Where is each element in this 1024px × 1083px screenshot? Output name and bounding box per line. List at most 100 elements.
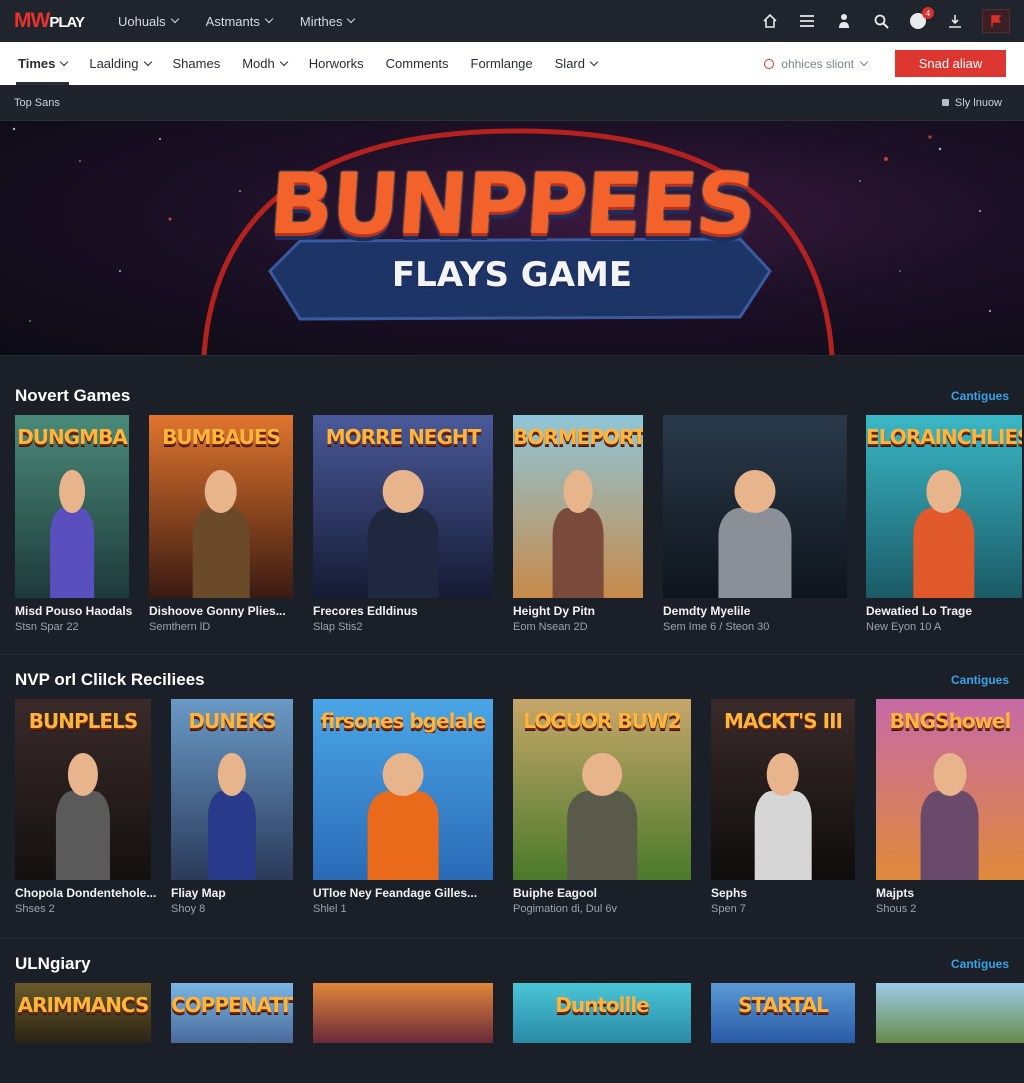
game-card[interactable]: BORMEPORTSHeight Dy PitnEom Nsean 2D	[513, 415, 643, 638]
banner-subtitle: FLAYS GAME	[391, 255, 633, 295]
game-card[interactable]: DUNGMBA Misd Pouso Haodals Stsn Spar 22	[15, 415, 132, 638]
game-card[interactable]: MORRE NEGHT Frecores Edldinus Slap Stis2	[313, 415, 493, 638]
user-icon[interactable]	[834, 11, 854, 31]
game-card[interactable]: LOGUOR BUW2 Buiphe Eagool Pogimation di, D…	[513, 699, 691, 920]
menu-icon[interactable]	[797, 11, 817, 31]
game-title[interactable]: Misd Pouso Haodals	[15, 604, 159, 618]
game-thumbnail[interactable]: BUMBAUES	[149, 415, 293, 598]
game-thumbnail[interactable]: STARTAL	[711, 983, 855, 1043]
top-nav-item[interactable]: Astmants	[205, 13, 274, 29]
chevron-down-icon	[170, 14, 179, 24]
game-card[interactable]: BUNPLELS Chopola Dondentehole... Shses 2	[15, 699, 156, 920]
game-card[interactable]: BUMBAUES Dishoove Gonny Plies... Semthern …	[149, 415, 293, 638]
game-title[interactable]: UTloe Ney Feandage Gilles...	[313, 886, 523, 900]
section-header: NVP orl Clilck Reciliees Cantigues	[15, 670, 1009, 690]
download-icon[interactable]	[945, 11, 965, 31]
home-icon[interactable]	[760, 11, 780, 31]
tab-item[interactable]: Slard	[555, 42, 599, 85]
game-card[interactable]: BNGShowel Majpts Shous 2	[876, 699, 1024, 920]
game-card[interactable]: Duntollle	[513, 983, 691, 1083]
game-thumbnail[interactable]: BORMEPORTS	[513, 415, 643, 598]
game-card[interactable]	[313, 983, 493, 1083]
game-thumbnail[interactable]: Duntollle	[513, 983, 691, 1043]
cta-button[interactable]: Snad aliaw	[895, 50, 1006, 77]
game-card[interactable]: DUNEKS Fliay Map Shoy 8	[171, 699, 293, 920]
game-thumbnail[interactable]: DUNEKS	[171, 699, 293, 880]
game-card[interactable]	[876, 983, 1024, 1083]
tab-label: Modh	[242, 56, 275, 71]
notifications-icon[interactable]: 4	[908, 7, 934, 31]
banner-title: BUNPPEES	[266, 155, 758, 253]
top-nav-item[interactable]: Mirthes	[300, 14, 356, 29]
game-meta: Shses 2	[15, 903, 55, 915]
hero-banner[interactable]: BUNPPEES FLAYS GAME	[0, 121, 1024, 355]
game-card[interactable]: STARTAL	[711, 983, 855, 1083]
flag-icon[interactable]	[982, 9, 1010, 33]
game-card[interactable]: firsones bgelale UTloe Ney Feandage Gille…	[313, 699, 493, 920]
top-nav-label: Uohuals	[117, 13, 166, 29]
tab-item[interactable]: Shames	[173, 42, 221, 85]
game-thumbnail[interactable]	[876, 983, 1024, 1043]
game-thumbnail[interactable]: MACKT'S III	[711, 699, 855, 880]
game-title[interactable]: Chopola Dondentehole...	[15, 886, 181, 900]
game-card[interactable]: COPPENATITY	[171, 983, 293, 1083]
game-thumbnail[interactable]: DUNGMBA	[15, 415, 129, 598]
tab-item[interactable]: Times	[15, 42, 70, 85]
game-title[interactable]: Dewatied Lo Trage	[866, 604, 1024, 618]
game-title[interactable]: Majpts	[876, 886, 1024, 900]
game-thumbnail[interactable]	[663, 415, 847, 598]
game-thumbnail[interactable]: LOGUOR BUW2	[513, 699, 691, 880]
section-more-link[interactable]: Cantigues	[951, 957, 1009, 971]
tab-item[interactable]: Formlange	[471, 42, 533, 85]
tab-label: Shames	[172, 56, 221, 71]
game-title[interactable]: Frecores Edldinus	[313, 604, 523, 618]
category-tabs: Times Laalding Shames Modh Horworks Comments F…	[15, 42, 599, 85]
tab-label: Comments	[385, 56, 449, 71]
game-card[interactable]: ELORAINCHLIES Dewatied Lo Trage New Eyon 1…	[866, 415, 1022, 638]
game-card[interactable]: MACKT'S III Sephs Spen 7	[711, 699, 855, 920]
game-title[interactable]: Fliay Map	[171, 886, 323, 900]
game-thumbnail[interactable]: ARIMMANCS	[15, 983, 151, 1043]
thumbnail-title: STARTAL	[738, 993, 829, 1017]
top-nav-label: Astmants	[205, 13, 260, 29]
section-title: Novert Games	[15, 386, 131, 405]
filter-dropdown[interactable]: ohhices sliont	[764, 57, 869, 71]
thumbnail-title: MORRE NEGHT	[325, 425, 482, 449]
game-meta: New Eyon 10 A	[866, 621, 942, 633]
view-toggle-label: Sly lnuow	[954, 96, 1002, 109]
tab-item[interactable]: Modh	[242, 42, 288, 85]
game-card[interactable]: ARIMMANCS	[15, 983, 151, 1083]
game-thumbnail[interactable]: BUNPLELS	[15, 699, 151, 880]
thumbnail-title: ARIMMANCS	[17, 993, 150, 1017]
game-title[interactable]: Buiphe Eagool	[513, 886, 721, 900]
view-toggle[interactable]: Sly lnuow	[941, 96, 1002, 109]
game-title[interactable]: Demdty Myelile	[663, 604, 877, 618]
game-section: Novert Games Cantigues DUNGMBA Misd Pouso H…	[0, 356, 1024, 640]
game-title[interactable]: Sephs	[711, 886, 885, 900]
app-logo[interactable]: MW PLAY	[14, 9, 85, 33]
chevron-down-icon	[264, 14, 274, 24]
thumbnail-title: LOGUOR BUW2	[523, 709, 682, 733]
search-icon[interactable]	[871, 11, 891, 31]
game-thumbnail[interactable]: firsones bgelale	[313, 699, 493, 880]
section-more-link[interactable]: Cantigues	[951, 389, 1009, 403]
breadcrumb-row: Top Sans Sly lnuow	[0, 85, 1024, 121]
game-thumbnail[interactable]: BNGShowel	[876, 699, 1024, 880]
thumbnail-title: BUMBAUES	[162, 425, 281, 449]
game-title[interactable]: Height Dy Pitn	[513, 604, 673, 618]
game-thumbnail[interactable]: MORRE NEGHT	[313, 415, 493, 598]
tab-item[interactable]: Comments	[386, 42, 449, 85]
game-title[interactable]: Dishoove Gonny Plies...	[149, 604, 323, 618]
game-thumbnail[interactable]: COPPENATITY	[171, 983, 293, 1043]
game-thumbnail[interactable]: ELORAINCHLIES	[866, 415, 1022, 598]
tab-item[interactable]: Horworks	[309, 42, 364, 85]
character-figure	[743, 753, 824, 880]
game-thumbnail[interactable]	[313, 983, 493, 1043]
character-figure	[353, 469, 454, 598]
game-meta: Shoy 8	[171, 903, 206, 915]
game-card[interactable]: Demdty Myelile Sem Ime 6 / Steon 30	[663, 415, 847, 638]
tab-item[interactable]: Laalding	[89, 42, 152, 85]
section-more-link[interactable]: Cantigues	[951, 673, 1009, 687]
breadcrumb[interactable]: Top Sans	[14, 97, 60, 109]
top-nav-item[interactable]: Uohuals	[117, 13, 179, 29]
